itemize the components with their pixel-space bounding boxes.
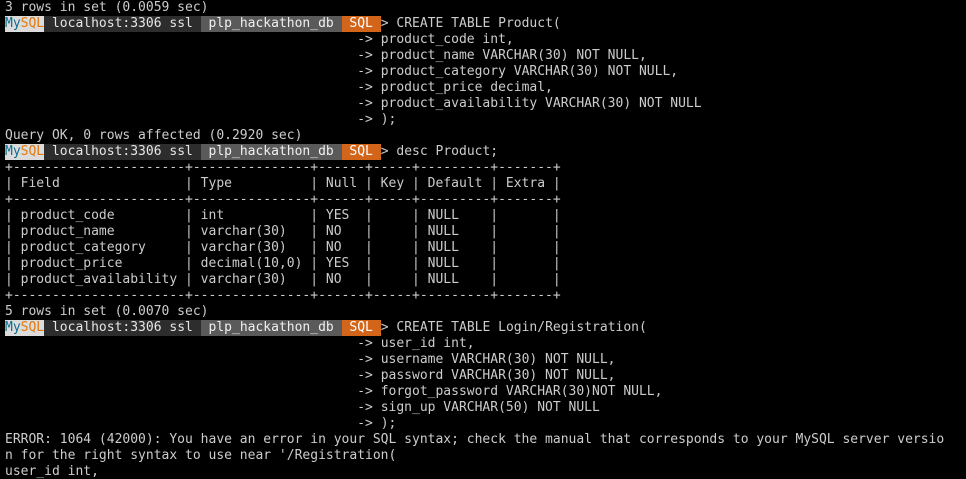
prompt-app-my: My bbox=[5, 16, 21, 31]
prompt-arrow: > bbox=[380, 144, 389, 159]
prompt-mode-segment: SQL bbox=[341, 320, 381, 336]
output-line: Query OK, 0 rows affected (0.2920 sec) bbox=[5, 128, 966, 144]
continuation-text: username VARCHAR(30) NOT NULL, bbox=[380, 352, 616, 367]
continuation-line: -> product_category VARCHAR(30) NOT NULL… bbox=[5, 64, 679, 79]
output-text: 5 rows in set (0.0070 sec) bbox=[5, 304, 209, 319]
prompt-app-segment: MySQL bbox=[5, 320, 45, 336]
continuation-line: -> product_availability VARCHAR(30) NOT … bbox=[5, 96, 702, 111]
output-line: n for the right syntax to use near '/Reg… bbox=[5, 448, 966, 464]
output-line: | product_availability | varchar(30) | N… bbox=[5, 272, 966, 288]
prompt-mode: SQL bbox=[349, 16, 373, 31]
output-line: +----------------------+---------------+… bbox=[5, 160, 966, 176]
output-line: +----------------------+---------------+… bbox=[5, 288, 966, 304]
prompt-database: plp_hackathon_db bbox=[208, 320, 334, 335]
output-line: | product_code | int | YES | | NULL | | bbox=[5, 208, 966, 224]
prompt-database-segment: plp_hackathon_db bbox=[200, 144, 342, 160]
terminal-window[interactable]: 3 rows in set (0.0059 sec) MySQL localhos… bbox=[0, 0, 966, 479]
command-text: CREATE TABLE Product( bbox=[396, 16, 561, 31]
output-line: +----------------------+---------------+… bbox=[5, 192, 966, 208]
continuation-line: -> password VARCHAR(30) NOT NULL, bbox=[5, 368, 616, 383]
prompt-host: localhost:3306 ssl bbox=[51, 16, 193, 31]
prompt-mode-segment: SQL bbox=[341, 16, 381, 32]
continuation-line: -> ); bbox=[5, 416, 397, 431]
output-text: Query OK, 0 rows affected (0.2920 sec) bbox=[5, 128, 303, 143]
output-line: | product_category | varchar(30) | NO | … bbox=[5, 240, 966, 256]
prompt-arrow: > bbox=[380, 16, 389, 31]
command-text: desc Product; bbox=[396, 144, 499, 159]
continuation-line: -> forgot_password VARCHAR(30)NOT NULL, bbox=[5, 384, 663, 399]
prompt-line: MySQL localhost:3306 ssl plp_hackathon_d… bbox=[5, 16, 966, 32]
continuation-text: ); bbox=[380, 416, 397, 431]
continuation-line: -> ); bbox=[5, 112, 397, 127]
output-text: user_id int, bbox=[5, 464, 99, 479]
output-text: +----------------------+---------------+… bbox=[5, 160, 561, 175]
continuation-line: -> user_id int, bbox=[5, 336, 475, 351]
prompt-app-my: My bbox=[5, 320, 21, 335]
prompt-app-sql: SQL bbox=[20, 16, 45, 31]
output-text: | product_availability | varchar(30) | N… bbox=[5, 272, 561, 287]
output-text: +----------------------+---------------+… bbox=[5, 192, 561, 207]
output-text: 3 rows in set (0.0059 sec) bbox=[5, 0, 209, 15]
continuation-text: forgot_password VARCHAR(30)NOT NULL, bbox=[380, 384, 663, 399]
command-text: CREATE TABLE Login/Registration( bbox=[396, 320, 647, 335]
output-text: ERROR: 1064 (42000): You have an error i… bbox=[5, 432, 945, 447]
output-text: | product_name | varchar(30) | NO | | NU… bbox=[5, 224, 561, 239]
continuation-text: user_id int, bbox=[380, 336, 475, 351]
prompt-host-segment: localhost:3306 ssl bbox=[44, 16, 201, 32]
continuation-text: sign_up VARCHAR(50) NOT NULL bbox=[380, 400, 600, 415]
output-line: ERROR: 1064 (42000): You have an error i… bbox=[5, 432, 966, 448]
prompt-app-sql: SQL bbox=[20, 320, 45, 335]
continuation-text: product_category VARCHAR(30) NOT NULL, bbox=[380, 64, 679, 79]
continuation-text: product_name VARCHAR(30) NOT NULL, bbox=[380, 48, 647, 63]
continuation-line: -> sign_up VARCHAR(50) NOT NULL bbox=[5, 400, 600, 415]
prompt-mode: SQL bbox=[349, 320, 373, 335]
continuation-text: product_code int, bbox=[380, 32, 514, 47]
prompt-database: plp_hackathon_db bbox=[208, 144, 334, 159]
output-text: | product_price | decimal(10,0) | YES | … bbox=[5, 256, 561, 271]
continuation-line: -> product_price decimal, bbox=[5, 80, 553, 95]
continuation-text: ); bbox=[380, 112, 397, 127]
output-line: user_id int, bbox=[5, 464, 966, 479]
continuation-line: -> product_name VARCHAR(30) NOT NULL, bbox=[5, 48, 647, 63]
continuation-text: password VARCHAR(30) NOT NULL, bbox=[380, 368, 616, 383]
prompt-database: plp_hackathon_db bbox=[208, 16, 334, 31]
prompt-host: localhost:3306 ssl bbox=[51, 144, 193, 159]
prompt-mode: SQL bbox=[349, 144, 373, 159]
prompt-database-segment: plp_hackathon_db bbox=[200, 16, 342, 32]
continuation-line: -> product_code int, bbox=[5, 32, 514, 47]
prompt-app-my: My bbox=[5, 144, 21, 159]
output-line: | Field | Type | Null | Key | Default | … bbox=[5, 176, 966, 192]
output-text: n for the right syntax to use near '/Reg… bbox=[5, 448, 397, 463]
output-text: | product_category | varchar(30) | NO | … bbox=[5, 240, 561, 255]
prompt-arrow: > bbox=[380, 320, 389, 335]
output-line: 3 rows in set (0.0059 sec) bbox=[5, 0, 966, 16]
continuation-text: product_availability VARCHAR(30) NOT NUL… bbox=[380, 96, 702, 111]
prompt-line: MySQL localhost:3306 ssl plp_hackathon_d… bbox=[5, 320, 966, 336]
prompt-app-sql: SQL bbox=[20, 144, 45, 159]
prompt-line: MySQL localhost:3306 ssl plp_hackathon_d… bbox=[5, 144, 966, 160]
output-line: 5 rows in set (0.0070 sec) bbox=[5, 304, 966, 320]
output-line: | product_name | varchar(30) | NO | | NU… bbox=[5, 224, 966, 240]
output-text: | product_code | int | YES | | NULL | | bbox=[5, 208, 561, 223]
continuation-line: -> username VARCHAR(30) NOT NULL, bbox=[5, 352, 616, 367]
continuation-text: product_price decimal, bbox=[380, 80, 553, 95]
prompt-mode-segment: SQL bbox=[341, 144, 381, 160]
prompt-host-segment: localhost:3306 ssl bbox=[44, 320, 201, 336]
output-line: | product_price | decimal(10,0) | YES | … bbox=[5, 256, 966, 272]
prompt-host: localhost:3306 ssl bbox=[51, 320, 193, 335]
prompt-database-segment: plp_hackathon_db bbox=[200, 320, 342, 336]
prompt-host-segment: localhost:3306 ssl bbox=[44, 144, 201, 160]
prompt-app-segment: MySQL bbox=[5, 144, 45, 160]
output-text: | Field | Type | Null | Key | Default | … bbox=[5, 176, 561, 191]
output-text: +----------------------+---------------+… bbox=[5, 288, 561, 303]
prompt-app-segment: MySQL bbox=[5, 16, 45, 32]
